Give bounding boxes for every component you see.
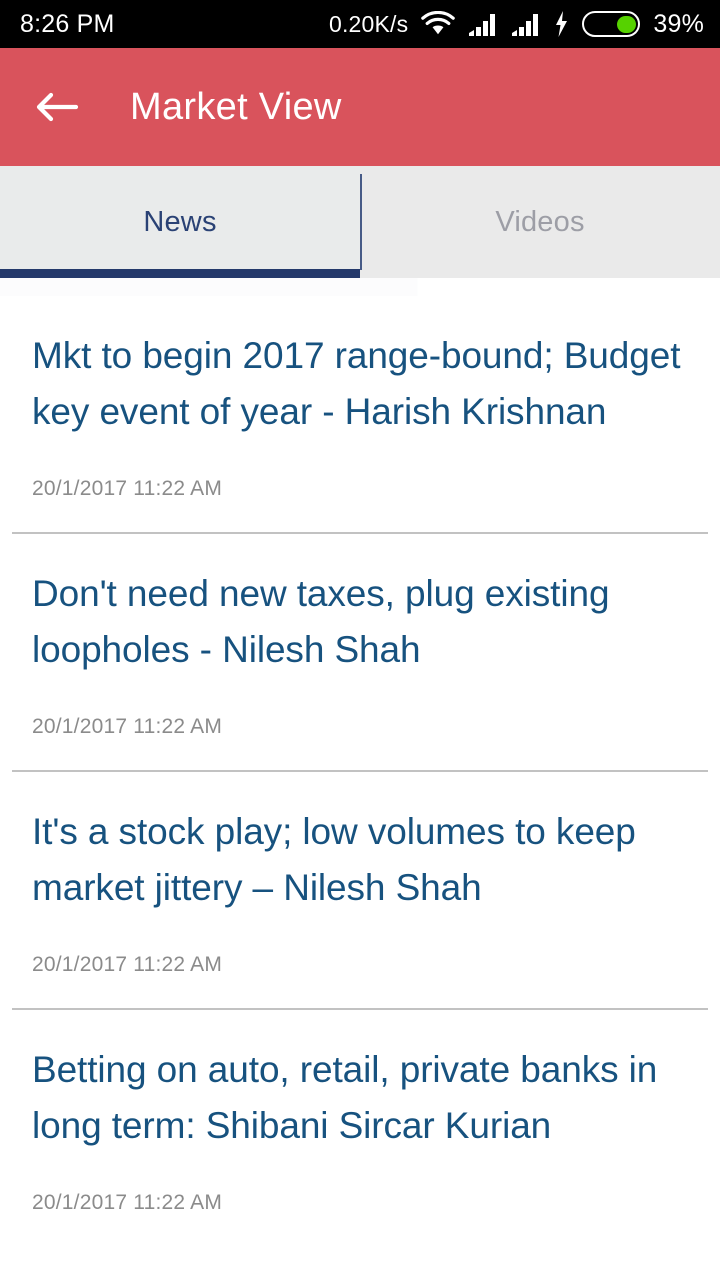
- news-list-item[interactable]: Mkt to begin 2017 range-bound; Budget ke…: [0, 296, 720, 532]
- tab-separator: [360, 174, 362, 270]
- scrolled-partial-row: [0, 278, 720, 296]
- news-headline: It's a stock play; low volumes to keep m…: [32, 811, 636, 908]
- app-bar: Market View: [0, 48, 720, 166]
- tab-news-label: News: [143, 205, 217, 238]
- tab-videos[interactable]: Videos: [360, 166, 720, 278]
- news-list-item[interactable]: Don't need new taxes, plug existing loop…: [0, 534, 720, 770]
- battery-percent-label: 39%: [653, 9, 704, 38]
- news-timestamp: 20/1/2017 11:22 AM: [32, 1191, 223, 1214]
- network-speed-label: 0.20K/s: [328, 10, 409, 37]
- tab-news[interactable]: News: [0, 166, 360, 278]
- signal-bars-icon-sim1: [468, 11, 498, 37]
- active-tab-indicator: [0, 269, 360, 278]
- news-list-item[interactable]: Betting on auto, retail, private banks i…: [0, 1010, 720, 1246]
- news-list[interactable]: Mkt to begin 2017 range-bound; Budget ke…: [0, 278, 720, 1246]
- back-arrow-icon[interactable]: [34, 84, 80, 130]
- page-title: Market View: [130, 85, 342, 128]
- lightning-bolt-icon: [554, 11, 569, 37]
- status-bar-clock: 8:26 PM: [20, 9, 115, 38]
- battery-fill: [616, 15, 636, 33]
- tab-bar: News Videos: [0, 166, 720, 278]
- news-timestamp: 20/1/2017 11:22 AM: [32, 715, 223, 738]
- news-headline: Mkt to begin 2017 range-bound; Budget ke…: [32, 335, 681, 432]
- news-timestamp: 20/1/2017 11:22 AM: [32, 953, 223, 976]
- tab-videos-label: Videos: [495, 205, 585, 238]
- news-list-item[interactable]: It's a stock play; low volumes to keep m…: [0, 772, 720, 1008]
- wifi-icon: [421, 11, 456, 37]
- status-bar: 8:26 PM 0.20K/s 39%: [0, 0, 720, 48]
- news-timestamp: 20/1/2017 11:22 AM: [32, 477, 223, 500]
- news-headline: Betting on auto, retail, private banks i…: [32, 1049, 658, 1146]
- status-bar-indicators: 0.20K/s 39%: [329, 10, 704, 39]
- signal-bars-icon-sim2: [511, 11, 541, 37]
- battery-icon: [582, 11, 641, 37]
- news-headline: Don't need new taxes, plug existing loop…: [32, 573, 610, 670]
